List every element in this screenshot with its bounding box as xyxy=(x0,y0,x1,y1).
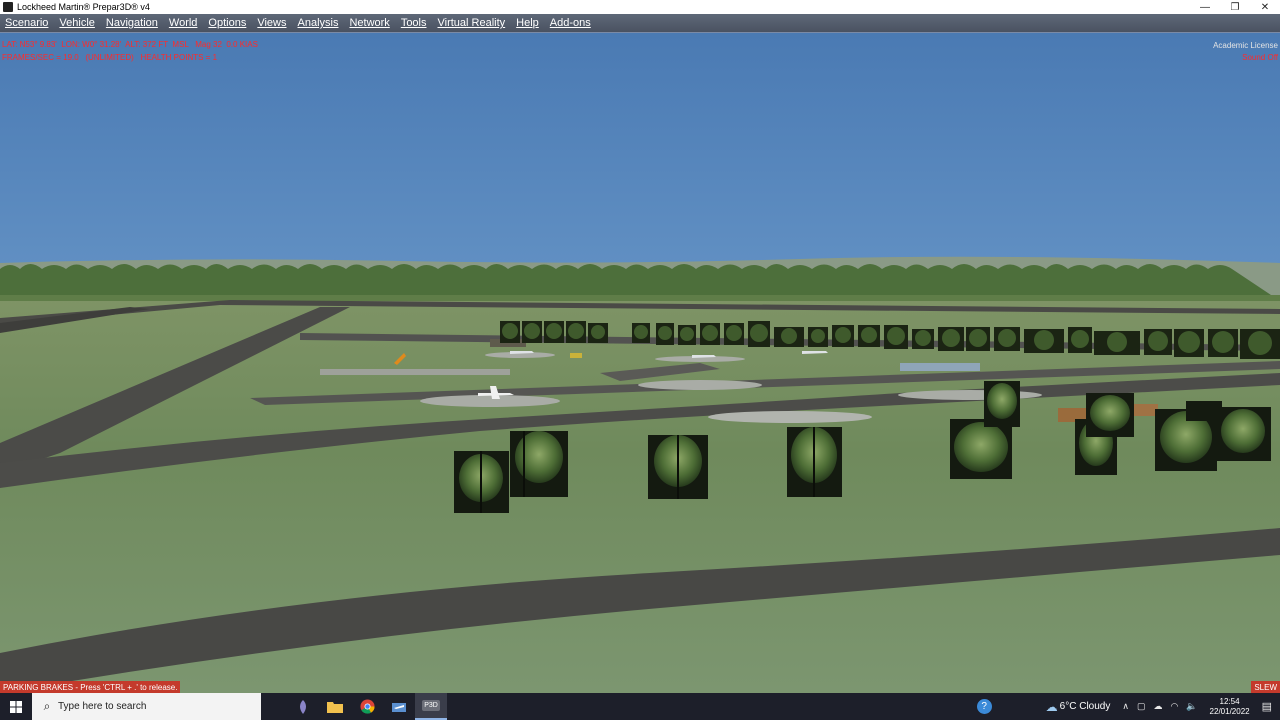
chevron-up-icon[interactable]: ∧ xyxy=(1122,701,1129,712)
menu-vehicle[interactable]: Vehicle xyxy=(54,17,100,29)
tree-billboard xyxy=(787,427,842,497)
menu-tools[interactable]: Tools xyxy=(396,17,433,29)
start-button[interactable] xyxy=(0,693,32,720)
device-icon[interactable]: ▢ xyxy=(1137,701,1146,712)
taskbar-app-feather[interactable] xyxy=(287,693,319,720)
tree-billboard xyxy=(510,431,568,497)
parking-brake-message: PARKING BRAKES - Press 'CTRL + .' to rel… xyxy=(0,681,181,693)
tree-billboard xyxy=(1215,407,1271,461)
menu-bar: Scenario Vehicle Navigation World Option… xyxy=(0,14,1280,33)
menu-network[interactable]: Network xyxy=(344,17,395,29)
system-tray: ? ☁ 6°C Cloudy ∧ ▢ ☁ ◠ 🔈 12:54 22/01/202… xyxy=(973,693,1280,720)
minimize-button[interactable]: — xyxy=(1190,0,1220,14)
ground-vehicle xyxy=(570,353,582,358)
apron-pad xyxy=(638,380,762,390)
menu-help[interactable]: Help xyxy=(511,17,545,29)
hangar-building xyxy=(900,363,980,371)
tree-billboard xyxy=(984,381,1020,427)
simulator-viewport[interactable]: LAT: N53° 9.83' LON: W0° 31.28' ALT: 372… xyxy=(0,33,1280,693)
menu-scenario[interactable]: Scenario xyxy=(0,17,54,29)
wifi-icon[interactable]: ◠ xyxy=(1170,701,1178,712)
folder-icon xyxy=(327,702,343,713)
volume-icon[interactable]: 🔈 xyxy=(1186,701,1197,712)
airfield-scene xyxy=(0,256,1280,693)
tree-billboard xyxy=(950,419,1012,479)
plane-app-icon xyxy=(392,702,406,712)
taskbar-app-plane[interactable] xyxy=(383,693,415,720)
frame-rate-readout: FRAMES/SEC = 19.0 (UNLIMITED) HEALTH POI… xyxy=(2,53,218,62)
p3d-app-icon xyxy=(3,2,13,12)
menu-views[interactable]: Views xyxy=(252,17,292,29)
menu-add-ons[interactable]: Add-ons xyxy=(545,17,597,29)
tree-billboard xyxy=(454,451,509,513)
window-title: Lockheed Martin® Prepar3D® v4 xyxy=(17,2,150,12)
notifications-icon[interactable]: ▤ xyxy=(1262,700,1272,713)
menu-world[interactable]: World xyxy=(164,17,204,29)
clock-time: 12:54 xyxy=(1219,696,1240,706)
tree-billboard xyxy=(1186,401,1222,421)
field-band xyxy=(0,295,1280,301)
help-icon[interactable]: ? xyxy=(976,699,992,714)
apron-pad xyxy=(420,395,560,407)
windows-logo-icon xyxy=(10,700,22,713)
taskbar-prepar3d[interactable]: P3D xyxy=(415,693,447,720)
p3d-icon: P3D xyxy=(422,700,440,711)
window-title-bar[interactable]: Lockheed Martin® Prepar3D® v4 — ❐ ✕ xyxy=(0,0,1280,14)
apron-pad xyxy=(708,411,872,423)
cloud-icon[interactable]: ☁ xyxy=(1046,700,1058,714)
menu-analysis[interactable]: Analysis xyxy=(293,17,345,29)
windows-taskbar: ⌕ Type here to search P3D ? ☁ 6°C Cloudy… xyxy=(0,693,1280,720)
chrome-icon xyxy=(359,699,375,714)
position-readout: LAT: N53° 9.83' LON: W0° 31.28' ALT: 372… xyxy=(2,40,258,49)
menu-virtual-reality[interactable]: Virtual Reality xyxy=(433,17,512,29)
taskbar-search-box[interactable]: ⌕ Type here to search xyxy=(32,693,261,720)
weather-readout[interactable]: 6°C Cloudy xyxy=(1060,701,1111,712)
taskbar-file-explorer[interactable] xyxy=(319,693,351,720)
tree-billboard xyxy=(648,435,708,499)
apron-pad xyxy=(320,369,510,375)
feather-app-icon xyxy=(300,699,306,714)
menu-navigation[interactable]: Navigation xyxy=(101,17,164,29)
search-placeholder: Type here to search xyxy=(58,701,147,712)
apron-pad xyxy=(898,390,1042,400)
maximize-button[interactable]: ❐ xyxy=(1220,0,1250,14)
taskbar-chrome[interactable] xyxy=(351,693,383,720)
onedrive-icon[interactable]: ☁ xyxy=(1153,701,1162,712)
menu-options[interactable]: Options xyxy=(203,17,252,29)
taskbar-clock[interactable]: 12:54 22/01/2022 xyxy=(1210,697,1250,717)
slew-indicator: SLEW xyxy=(1251,681,1280,693)
close-button[interactable]: ✕ xyxy=(1250,0,1280,14)
clock-date: 22/01/2022 xyxy=(1209,706,1250,716)
license-label: Academic License xyxy=(1213,41,1278,50)
tree-billboard xyxy=(1086,393,1134,437)
sound-status: Sound Off xyxy=(1242,53,1278,62)
search-icon: ⌕ xyxy=(43,699,51,713)
